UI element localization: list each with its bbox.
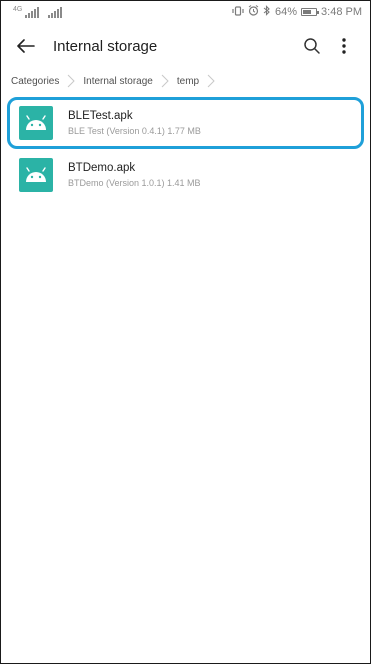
list-item[interactable]: BLETest.apk BLE Test (Version 0.4.1) 1.7… xyxy=(7,97,364,149)
signal-tag: 4G xyxy=(13,6,23,13)
file-list: BLETest.apk BLE Test (Version 0.4.1) 1.7… xyxy=(1,97,370,201)
app-bar: Internal storage xyxy=(1,23,370,69)
status-time: 3:48 PM xyxy=(321,6,362,18)
file-meta: BTDemo (Version 1.0.1) 1.41 MB xyxy=(68,178,201,188)
battery-percent: 64% xyxy=(275,6,298,18)
breadcrumb-chevron-icon xyxy=(65,73,77,89)
status-bar: 4G 64% 3:48 PM xyxy=(1,1,370,23)
breadcrumb-chevron-icon xyxy=(159,73,171,89)
back-arrow-icon[interactable] xyxy=(13,33,39,59)
file-meta: BLE Test (Version 0.4.1) 1.77 MB xyxy=(68,126,201,136)
vibrate-icon xyxy=(232,5,244,19)
android-apk-icon xyxy=(19,158,53,192)
battery-icon xyxy=(301,8,320,16)
breadcrumb-internal-storage[interactable]: Internal storage xyxy=(83,76,153,87)
breadcrumb-chevron-icon xyxy=(205,73,217,89)
android-apk-icon xyxy=(19,106,53,140)
search-icon[interactable] xyxy=(296,30,328,62)
breadcrumb: Categories Internal storage temp xyxy=(1,69,370,93)
more-vert-icon[interactable] xyxy=(328,30,360,62)
signal-strength-icon: 4G xyxy=(13,6,63,18)
file-name: BTDemo.apk xyxy=(68,162,136,174)
list-item[interactable]: BTDemo.apk BTDemo (Version 1.0.1) 1.41 M… xyxy=(1,149,370,201)
alarm-icon xyxy=(248,5,259,19)
file-name: BLETest.apk xyxy=(68,110,133,122)
status-right: 64% 3:48 PM xyxy=(232,5,362,19)
screen: 4G 64% 3:48 PM Internal storage Categori… xyxy=(0,0,371,664)
bluetooth-icon xyxy=(263,5,271,19)
page-title: Internal storage xyxy=(53,37,158,55)
breadcrumb-categories[interactable]: Categories xyxy=(11,76,59,87)
breadcrumb-temp[interactable]: temp xyxy=(177,76,199,87)
